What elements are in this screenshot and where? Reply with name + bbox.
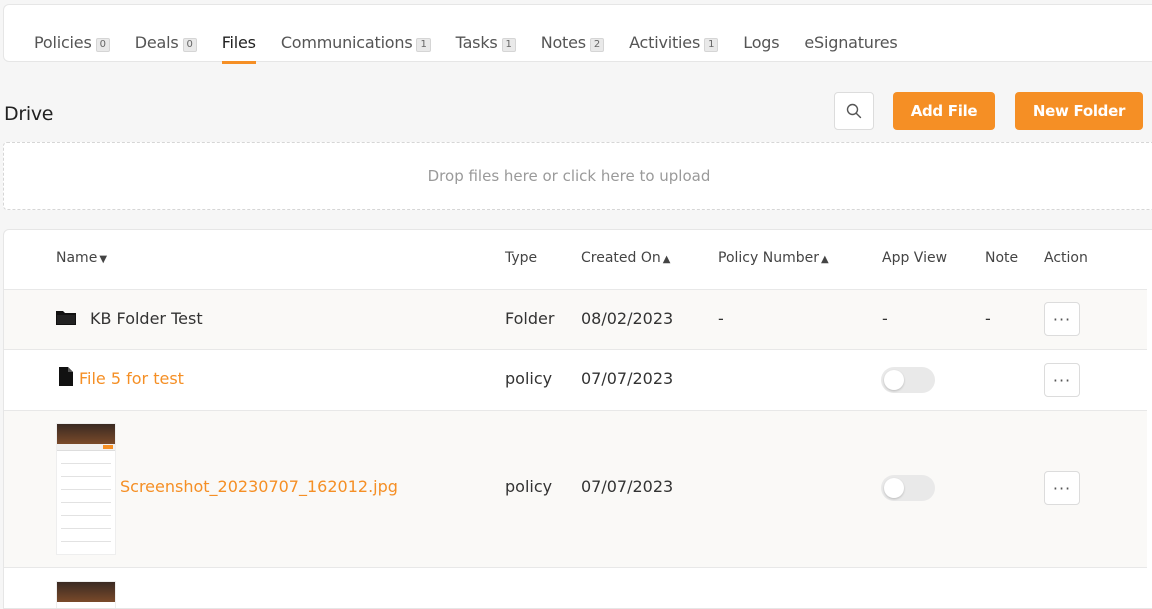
tab-notes[interactable]: Notes 2: [540, 31, 605, 53]
tab-deals[interactable]: Deals 0: [135, 31, 197, 53]
sort-desc-icon: ▼: [99, 254, 108, 265]
app-view-toggle[interactable]: [881, 475, 935, 501]
add-file-button[interactable]: Add File: [893, 92, 995, 130]
tab-label: Policies: [34, 32, 92, 52]
table-row: KB Folder Test Folder 08/02/2023 - - - ·…: [4, 290, 1147, 350]
upload-dropzone[interactable]: Drop files here or click here to upload: [3, 142, 1152, 210]
table-row: [4, 569, 1147, 608]
tab-count-badge: 2: [589, 37, 605, 52]
column-header-policy-number[interactable]: Policy Number ▲︎: [718, 250, 829, 266]
file-name-link[interactable]: Screenshot_20230707_162012.jpg: [120, 477, 398, 496]
search-icon: [846, 103, 862, 119]
column-header-note: Note: [985, 250, 1019, 266]
created-on: 07/07/2023: [581, 477, 674, 496]
more-icon: ···: [1052, 370, 1072, 390]
tab-count-badge: 1: [416, 37, 431, 52]
file-name[interactable]: KB Folder Test: [90, 309, 203, 328]
tab-label: Notes: [540, 32, 586, 52]
tab-bar: Policies 0 Deals 0 Files Communications …: [34, 31, 923, 64]
created-on: 07/07/2023: [581, 369, 674, 388]
file-type: policy: [505, 477, 553, 496]
tab-tasks[interactable]: Tasks 1: [456, 31, 516, 53]
folder-icon: [56, 311, 76, 325]
more-icon: ···: [1052, 309, 1072, 329]
more-icon: ···: [1052, 478, 1072, 498]
table-row: Screenshot_20230707_162012.jpg policy 07…: [4, 411, 1147, 568]
file-icon: [59, 367, 73, 386]
tab-label: Communications: [280, 32, 413, 52]
tab-label: Tasks: [455, 32, 498, 52]
search-button[interactable]: [834, 92, 874, 130]
image-thumbnail[interactable]: [56, 423, 116, 555]
tab-policies[interactable]: Policies 0: [34, 31, 110, 53]
page-title: Drive: [4, 103, 54, 125]
file-type: Folder: [505, 309, 555, 328]
column-header-app-view: App View: [882, 250, 948, 266]
tab-label: Activities: [629, 32, 701, 52]
policy-number: -: [718, 309, 724, 328]
row-action-menu-button[interactable]: ···: [1044, 363, 1080, 397]
tab-activities[interactable]: Activities 1: [629, 31, 719, 53]
sort-icon: ▲︎: [820, 254, 829, 265]
tab-esignatures[interactable]: eSignatures: [804, 31, 897, 53]
tab-logs[interactable]: Logs: [743, 31, 779, 53]
tab-label: Files: [221, 32, 256, 52]
app-view-toggle[interactable]: [881, 367, 935, 393]
tab-label: Deals: [134, 32, 179, 52]
column-header-action: Action: [1044, 250, 1088, 266]
tab-count-badge: 1: [704, 37, 719, 52]
dropzone-text: Drop files here or click here to upload: [427, 167, 711, 185]
new-folder-button[interactable]: New Folder: [1015, 92, 1143, 130]
tabs-card: Policies 0 Deals 0 Files Communications …: [3, 4, 1152, 64]
row-action-menu-button[interactable]: ···: [1044, 471, 1080, 505]
table-header: Name ▼ Type Created On ▲︎ Policy Number ▲︎ …: [4, 230, 1147, 290]
created-on: 08/02/2023: [581, 309, 674, 328]
files-table: Name ▼ Type Created On ▲︎ Policy Number ▲︎ …: [3, 229, 1152, 609]
app-view: -: [882, 309, 888, 328]
tab-communications[interactable]: Communications 1: [281, 31, 431, 53]
image-thumbnail[interactable]: [56, 581, 116, 608]
column-header-type: Type: [505, 250, 538, 266]
tab-count-badge: 0: [182, 37, 197, 52]
tab-label: Logs: [743, 32, 780, 52]
sort-icon: ▲︎: [662, 254, 671, 265]
tab-count-badge: 0: [95, 37, 110, 52]
column-header-name[interactable]: Name ▼: [56, 250, 107, 266]
table-row: File 5 for test policy 07/07/2023 ···: [4, 350, 1147, 411]
tab-label: eSignatures: [804, 32, 898, 52]
file-name-link[interactable]: File 5 for test: [79, 369, 184, 388]
tab-count-badge: 1: [501, 37, 516, 52]
column-header-created-on[interactable]: Created On ▲︎: [581, 250, 670, 266]
tab-files[interactable]: Files: [221, 31, 256, 64]
note: -: [985, 309, 991, 328]
file-type: policy: [505, 369, 553, 388]
row-action-menu-button[interactable]: ···: [1044, 302, 1080, 336]
